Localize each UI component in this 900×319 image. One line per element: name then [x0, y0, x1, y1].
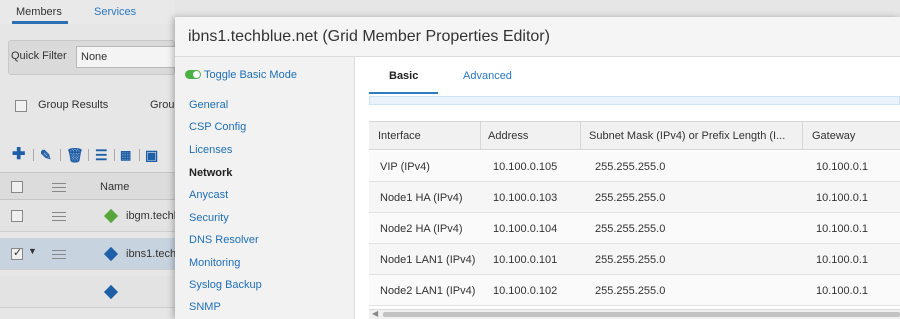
cell-interface: Node1 HA (IPv4) — [380, 192, 463, 204]
cell-subnet: 255.255.255.0 — [595, 223, 666, 235]
group-results-checkbox[interactable] — [15, 100, 27, 112]
nav-item-network[interactable]: Network — [189, 167, 232, 179]
add-icon[interactable]: ✚ — [12, 146, 25, 164]
list-icon[interactable]: ☰ — [95, 146, 108, 164]
table-row[interactable]: VIP (IPv4) 10.100.0.105 255.255.255.0 10… — [369, 151, 900, 182]
nav-item-dns-resolver[interactable]: DNS Resolver — [189, 234, 259, 246]
toolbar-separator — [60, 149, 61, 161]
row-menu-icon[interactable] — [52, 250, 66, 259]
grid-member-icon — [103, 246, 119, 262]
cell-address: 10.100.0.103 — [493, 192, 558, 204]
nav-item-anycast[interactable]: Anycast — [189, 189, 228, 201]
name-column-header[interactable]: Name — [100, 181, 129, 193]
cell-interface: VIP (IPv4) — [380, 161, 430, 173]
column-header-address[interactable]: Address — [488, 130, 578, 142]
toolbar-separator — [139, 149, 140, 161]
tab-basic[interactable]: Basic — [368, 70, 439, 94]
table-row[interactable]: Node2 LAN1 (IPv4) 10.100.0.102 255.255.2… — [369, 275, 900, 306]
cell-interface: Node2 LAN1 (IPv4) — [380, 285, 476, 297]
cell-address: 10.100.0.105 — [493, 161, 558, 173]
delete-icon[interactable]: 🗑 — [66, 146, 84, 164]
grid-master-icon — [103, 208, 119, 224]
cell-gateway: 10.100.0.1 — [816, 192, 868, 204]
cell-subnet: 255.255.255.0 — [595, 161, 666, 173]
cell-gateway: 10.100.0.1 — [816, 223, 868, 235]
dialog-title: ibns1.techblue.net (Grid Member Properti… — [188, 28, 550, 45]
group-by-label: Grou — [150, 99, 175, 111]
table-row[interactable] — [0, 276, 175, 308]
nav-item-syslog-backup[interactable]: Syslog Backup — [189, 279, 262, 291]
info-strip — [369, 96, 900, 105]
cell-gateway: 10.100.0.1 — [816, 161, 868, 173]
row-name[interactable]: ibns1.tech — [126, 248, 176, 260]
quick-filter-label: Quick Filter — [11, 50, 67, 62]
column-header-subnet-mask[interactable]: Subnet Mask (IPv4) or Prefix Length (I..… — [589, 130, 799, 142]
grid-member-icon — [103, 284, 119, 300]
cell-address: 10.100.0.102 — [493, 285, 558, 297]
cell-address: 10.100.0.101 — [493, 254, 558, 266]
nav-item-licenses[interactable]: Licenses — [189, 144, 232, 156]
tab-services[interactable]: Services — [94, 6, 136, 18]
grid-icon[interactable]: ▣ — [145, 146, 158, 164]
column-header-interface[interactable]: Interface — [378, 130, 478, 142]
quick-filter-select[interactable]: None — [76, 46, 176, 68]
group-results-label: Group Results — [38, 99, 109, 111]
cell-interface: Node1 LAN1 (IPv4) — [380, 254, 476, 266]
toggle-switch-icon[interactable] — [185, 70, 201, 79]
scrollbar-thumb[interactable] — [383, 312, 900, 317]
row-checkbox[interactable] — [11, 246, 23, 260]
quick-filter-bar: Quick Filter None — [8, 40, 176, 75]
table-icon[interactable]: ▦ — [120, 146, 131, 164]
toolbar-separator — [88, 149, 89, 161]
cell-subnet: 255.255.255.0 — [595, 192, 666, 204]
tab-advanced[interactable]: Advanced — [463, 70, 512, 82]
dialog-titlebar: ibns1.techblue.net (Grid Member Properti… — [175, 17, 900, 57]
nav-item-csp-config[interactable]: CSP Config — [189, 121, 246, 133]
row-dropdown-icon[interactable]: ▼ — [28, 246, 37, 256]
column-divider[interactable] — [802, 122, 803, 150]
column-menu-icon[interactable] — [52, 183, 66, 192]
row-name[interactable]: ibgm.techb — [126, 210, 176, 222]
table-row[interactable]: ▼ ibns1.tech — [0, 238, 176, 270]
column-divider[interactable] — [480, 122, 481, 150]
table-row[interactable]: ibgm.techb — [0, 200, 176, 232]
toolbar-separator — [114, 149, 115, 161]
nav-item-security[interactable]: Security — [189, 212, 229, 224]
grid-toolbar: ✚ ✎ 🗑 ☰ ▦ ▣ — [8, 146, 178, 166]
background-tabs: Members Services — [0, 0, 175, 24]
nav-item-general[interactable]: General — [189, 99, 228, 111]
column-header-gateway[interactable]: Gateway — [812, 130, 892, 142]
cell-subnet: 255.255.255.0 — [595, 254, 666, 266]
table-row[interactable]: Node1 HA (IPv4) 10.100.0.103 255.255.255… — [369, 182, 900, 213]
content-tabs: Basic Advanced — [355, 57, 900, 95]
row-menu-icon[interactable] — [52, 212, 66, 221]
table-row[interactable]: Node2 HA (IPv4) 10.100.0.104 255.255.255… — [369, 213, 900, 244]
horizontal-scrollbar[interactable]: ◀ — [369, 309, 900, 319]
edit-icon[interactable]: ✎ — [40, 146, 52, 164]
cell-gateway: 10.100.0.1 — [816, 285, 868, 297]
dialog-nav: Toggle Basic Mode General CSP Config Lic… — [175, 57, 355, 319]
row-checkbox[interactable] — [11, 210, 23, 222]
toolbar-separator — [33, 149, 34, 161]
table-row[interactable]: Node1 LAN1 (IPv4) 10.100.0.101 255.255.2… — [369, 244, 900, 275]
cell-subnet: 255.255.255.0 — [595, 285, 666, 297]
cell-gateway: 10.100.0.1 — [816, 254, 868, 266]
table-header: Interface Address Subnet Mask (IPv4) or … — [369, 121, 900, 150]
tab-members[interactable]: Members — [12, 6, 68, 24]
column-divider[interactable] — [580, 122, 581, 150]
properties-editor-dialog: ibns1.techblue.net (Grid Member Properti… — [175, 17, 900, 319]
toggle-basic-mode-label[interactable]: Toggle Basic Mode — [204, 69, 297, 81]
cell-address: 10.100.0.104 — [493, 223, 558, 235]
grid-header: Name — [0, 172, 175, 200]
nav-item-monitoring[interactable]: Monitoring — [189, 257, 240, 269]
scroll-left-icon[interactable]: ◀ — [372, 309, 378, 318]
nav-item-snmp[interactable]: SNMP — [189, 301, 221, 313]
cell-interface: Node2 HA (IPv4) — [380, 223, 463, 235]
dialog-content: Basic Advanced Interface Address Subnet … — [355, 57, 900, 319]
select-all-checkbox[interactable] — [11, 181, 23, 193]
